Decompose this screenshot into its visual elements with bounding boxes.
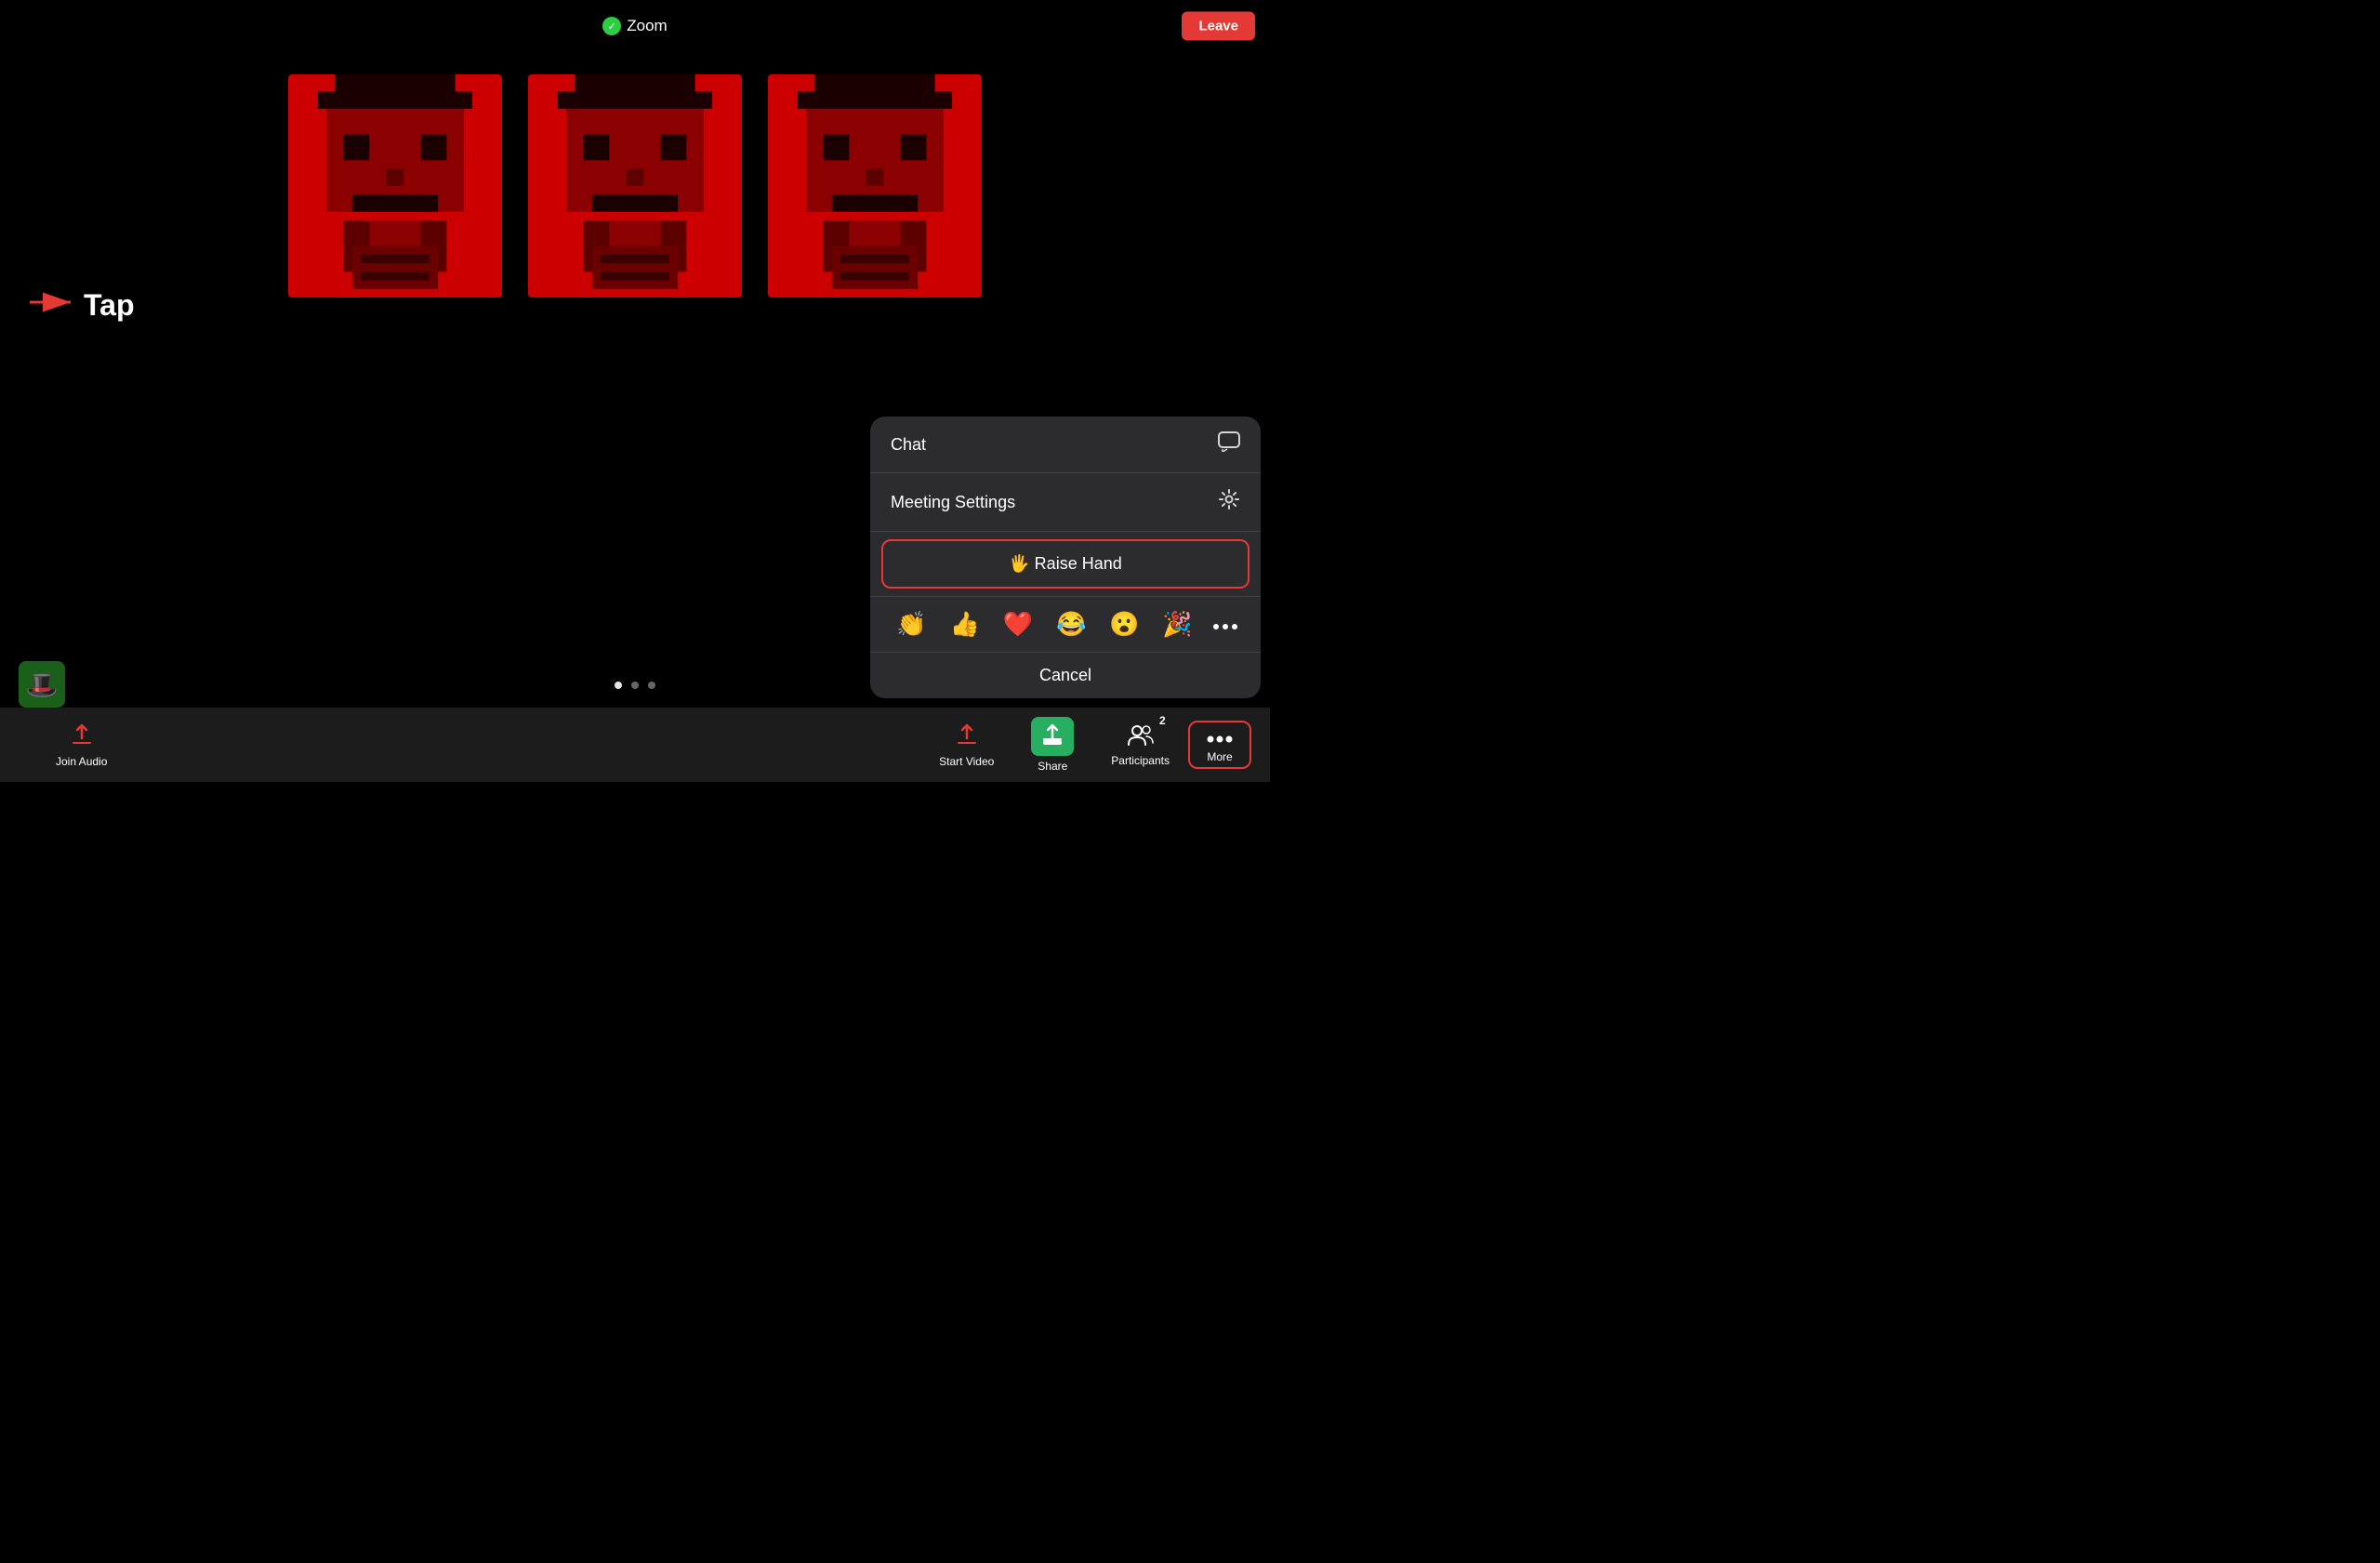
join-audio-icon xyxy=(69,722,95,751)
heart-emoji[interactable]: ❤️ xyxy=(999,606,1037,642)
emoji-reaction-row: 👏 👍 ❤️ 😂 😮 🎉 xyxy=(870,596,1261,652)
cancel-label: Cancel xyxy=(1039,666,1091,684)
participants-icon: 2 xyxy=(1127,722,1155,750)
more-label: More xyxy=(1207,750,1232,763)
pagination-dot-1 xyxy=(615,682,622,689)
leave-button[interactable]: Leave xyxy=(1182,12,1255,41)
participant-tile-3[interactable] xyxy=(768,74,982,298)
participants-label: Participants xyxy=(1111,754,1170,767)
tap-label-text: Tap xyxy=(84,288,135,323)
tap-arrow-icon xyxy=(30,289,76,322)
share-label: Share xyxy=(1038,760,1067,773)
more-menu-popup: Chat Meeting Settings 🖐 Raise Hand 👏 👍 ❤… xyxy=(870,417,1261,698)
start-video-icon xyxy=(954,722,980,751)
start-video-label: Start Video xyxy=(939,755,994,768)
start-video-button[interactable]: Start Video xyxy=(920,716,1012,774)
pagination-dot-3 xyxy=(648,682,655,689)
raise-hand-label: 🖐 Raise Hand xyxy=(1009,554,1121,574)
bottom-toolbar: Join Audio Start Video Share xyxy=(0,708,1270,782)
clap-emoji[interactable]: 👏 xyxy=(892,606,930,642)
join-audio-label: Join Audio xyxy=(56,755,107,768)
zoom-title: ✓ Zoom xyxy=(602,17,667,35)
user-avatar: 🎩 xyxy=(19,661,65,708)
more-button[interactable]: More xyxy=(1188,721,1251,769)
cancel-button[interactable]: Cancel xyxy=(870,652,1261,698)
thumbsup-emoji[interactable]: 👍 xyxy=(946,606,984,642)
raise-hand-menu-item[interactable]: 🖐 Raise Hand xyxy=(881,539,1250,589)
pagination-dots xyxy=(615,682,655,689)
tiles-area xyxy=(0,74,1270,298)
meeting-settings-label: Meeting Settings xyxy=(891,493,1015,512)
shield-icon: ✓ xyxy=(602,17,621,35)
settings-icon xyxy=(1218,488,1240,516)
chat-menu-item[interactable]: Chat xyxy=(870,417,1261,473)
laugh-emoji[interactable]: 😂 xyxy=(1052,606,1090,642)
share-icon xyxy=(1040,722,1064,750)
party-emoji[interactable]: 🎉 xyxy=(1158,606,1196,642)
share-button[interactable]: Share xyxy=(1012,711,1092,778)
participants-count-badge: 2 xyxy=(1159,715,1166,726)
top-bar: ✓ Zoom Leave xyxy=(0,0,1270,52)
wow-emoji[interactable]: 😮 xyxy=(1105,606,1143,642)
participants-button[interactable]: 2 Participants xyxy=(1092,717,1188,773)
chat-icon xyxy=(1218,431,1240,457)
participant-tile-1[interactable] xyxy=(288,74,502,298)
zoom-title-text: Zoom xyxy=(627,17,667,35)
tap-annotation: Tap xyxy=(30,288,135,323)
meeting-settings-menu-item[interactable]: Meeting Settings xyxy=(870,473,1261,532)
avatar-emoji: 🎩 xyxy=(26,669,59,700)
participant-tile-2[interactable] xyxy=(528,74,742,298)
join-audio-button[interactable]: Join Audio xyxy=(37,716,126,774)
more-emojis-button[interactable] xyxy=(1212,613,1238,637)
more-icon xyxy=(1207,726,1233,747)
chat-label: Chat xyxy=(891,435,926,455)
pagination-dot-2 xyxy=(631,682,639,689)
